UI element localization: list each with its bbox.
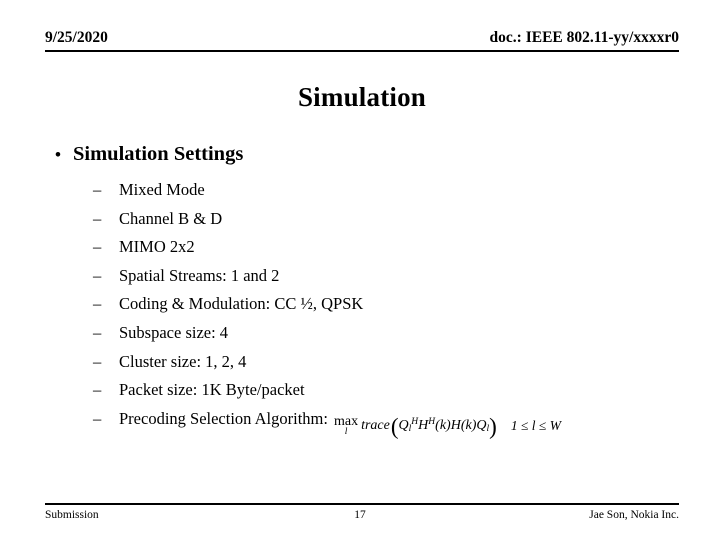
equation-term2-base: H [418,417,429,433]
content-outline: • Simulation Settings – Mixed Mode – Cha… [48,141,688,439]
equation-close-paren: ) [489,413,497,439]
list-item: – Mixed Mode [92,176,688,205]
equation-term2-argument: (k) [435,417,451,433]
slide-header: 9/25/2020 doc.: IEEE 802.11-yy/xxxxr0 [45,28,679,47]
list-item-label: Cluster size: 1, 2, 4 [119,351,247,371]
equation-max-subscript: l [344,426,348,437]
equation-term3-argument: (k) [460,417,477,433]
equation-condition-variable: l [531,417,536,433]
equation-condition-left: 1 [510,417,518,433]
equation-condition-relation-1: ≤ [520,417,529,433]
outline-level1-item: • Simulation Settings [48,141,688,168]
list-item-label: Spatial Streams: 1 and 2 [119,265,280,285]
list-item-label: MIMO 2x2 [119,237,195,257]
bullet-dash-icon: – [93,380,102,400]
equation-open-paren: ( [390,413,399,439]
equation-condition-right: W [549,417,561,433]
list-item-with-equation: – Precoding Selection Algorithm: max l t… [92,405,688,440]
equation-term4-base: Q [476,417,487,433]
equation-condition-relation-2: ≤ [538,417,547,433]
slide-page: 9/25/2020 doc.: IEEE 802.11-yy/xxxxr0 Si… [0,0,720,540]
list-item: – MIMO 2x2 [92,233,688,262]
precoding-selection-equation: max l trace ( QlH H H (k) H (k) Ql ) 1 ≤ l … [334,412,561,441]
footer-divider [45,503,679,505]
bullet-dash-icon: – [93,265,102,285]
list-item: – Cluster size: 1, 2, 4 [92,348,688,377]
bullet-dash-icon: – [93,408,102,428]
bullet-dash-icon: – [93,237,102,257]
equation-max-operator: max l [334,414,358,438]
equation-trace-label: trace [361,417,390,433]
footer-page-number: 17 [354,509,366,521]
header-divider [45,50,679,52]
list-item-label: Channel B & D [119,208,223,228]
bullet-dash-icon: – [93,351,102,371]
list-item: – Coding & Modulation: CC ½, QPSK [92,290,688,319]
bullet-dash-icon: – [93,294,102,314]
bullet-dash-icon: – [93,322,102,342]
outline-level1-label: Simulation Settings [73,143,244,165]
bullet-dash-icon: – [93,208,102,228]
list-item: – Channel B & D [92,205,688,234]
page-title: Simulation [297,82,427,112]
equation-condition: 1 ≤ l ≤ W [511,412,561,441]
list-item: – Packet size: 1K Byte/packet [92,376,688,405]
list-item-label: Coding & Modulation: CC ½, QPSK [119,294,364,314]
header-date: 9/25/2020 [45,29,108,46]
list-item: – Subspace size: 4 [92,319,688,348]
bullet-dot-icon: • [55,145,61,164]
bullet-dash-icon: – [93,180,102,199]
list-item-label: Subspace size: 4 [119,322,229,342]
equation-term1-base: Q [398,417,409,433]
outline-level2-list: – Mixed Mode – Channel B & D – MIMO 2x2 … [48,176,688,439]
list-item: – Spatial Streams: 1 and 2 [92,262,688,291]
header-doc-reference: doc.: IEEE 802.11-yy/xxxxr0 [489,29,679,46]
list-item-label: Precoding Selection Algorithm: [119,408,328,428]
list-item-label: Mixed Mode [119,180,205,199]
equation-term3-base: H [450,417,461,433]
list-item-label: Packet size: 1K Byte/packet [119,380,305,400]
